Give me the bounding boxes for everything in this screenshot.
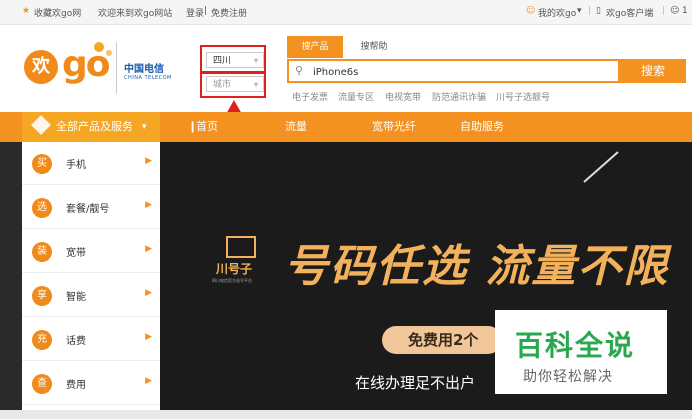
hot-link[interactable]: 川号子选靓号 — [496, 90, 550, 103]
chevron-right-icon: ▶ — [145, 244, 152, 254]
logo-dot — [94, 42, 104, 52]
chevron-down-icon: ▾ — [577, 6, 582, 16]
sidebar-item-label: 手机 — [66, 160, 86, 171]
category-sidebar: 买 手机 ▶ 选 套餐/靓号 ▶ 装 宽带 ▶ 享 智能 ▶ 充 话费 ▶ 查 … — [22, 142, 160, 419]
sidebar-item-broadband[interactable]: 装 宽带 ▶ — [22, 230, 160, 273]
annotation-box — [200, 45, 266, 73]
diamond-icon — [31, 115, 51, 135]
hot-link[interactable]: 电视宽带 — [385, 90, 421, 103]
sidebar-item-recharge[interactable]: 充 话费 ▶ — [22, 318, 160, 361]
brand-mark — [226, 236, 256, 258]
more-link[interactable]: 1 — [682, 6, 688, 16]
chuanhaozi-logo: 川号子 四川电信官方选号平台 — [212, 236, 272, 286]
telecom-name-en: CHINA TELECOM — [124, 75, 172, 81]
top-bar: ★ 收藏欢go网 欢迎来到欢go网站 登录 | 免费注册 ☺ 我的欢go ▾ |… — [0, 0, 692, 25]
sidebar-item-phone[interactable]: 买 手机 ▶ — [22, 142, 160, 185]
shooting-star — [583, 151, 619, 183]
buy-icon: 买 — [32, 154, 52, 174]
all-products-label: 全部产品及服务 — [56, 120, 133, 133]
brand-subtitle: 四川电信官方选号平台 — [212, 278, 252, 283]
phone-icon: ▯ — [596, 6, 601, 16]
favorite-link[interactable]: 收藏欢go网 — [34, 6, 81, 19]
annotation-box — [200, 72, 266, 98]
chevron-right-icon: ▶ — [145, 288, 152, 298]
banner-subline: 在线办理足不出户 — [355, 374, 476, 392]
hot-link[interactable]: 流量专区 — [338, 90, 374, 103]
nav-item-traffic[interactable]: 流量 — [285, 112, 307, 142]
user-icon: ☺ — [526, 6, 536, 16]
hot-link[interactable]: 防范通讯诈骗 — [432, 90, 486, 103]
all-products-menu[interactable]: 全部产品及服务 ▾ — [22, 112, 160, 142]
login-separator: | — [204, 6, 208, 16]
my-huango-link[interactable]: 我的欢go — [538, 6, 576, 19]
sidebar-item-label: 套餐/靓号 — [66, 204, 110, 215]
watermark: 百科全说 助你轻松解决 — [495, 310, 667, 394]
logo-dot — [106, 50, 112, 56]
login-link[interactable]: 登录 — [186, 6, 204, 19]
sidebar-item-label: 话费 — [66, 336, 86, 347]
divider: | — [662, 6, 666, 16]
site-logo[interactable]: 欢 go 中国电信 CHINA TELECOM — [22, 38, 187, 98]
page-edge — [0, 142, 22, 419]
nav-item-broadband[interactable]: 宽带光纤 — [372, 112, 416, 142]
select-icon: 选 — [32, 198, 52, 218]
sidebar-item-label: 宽带 — [66, 248, 86, 259]
tab-search-products[interactable]: 搜产品 — [287, 36, 343, 58]
tab-search-help[interactable]: 搜帮助 — [352, 36, 396, 58]
chevron-down-icon: ▾ — [142, 122, 147, 132]
banner-headline: 号码任选 流量不限 — [284, 241, 670, 292]
star-icon: ★ — [22, 6, 31, 16]
logo-huan: 欢 — [24, 50, 58, 84]
search-icon: ⚲ — [295, 64, 304, 77]
sidebar-item-smart[interactable]: 享 智能 ▶ — [22, 274, 160, 317]
query-icon: 查 — [32, 374, 52, 394]
nav-item-self-service[interactable]: 自助服务 — [460, 112, 504, 142]
chevron-right-icon: ▶ — [145, 200, 152, 210]
hot-link[interactable]: 电子发票 — [292, 90, 328, 103]
install-icon: 装 — [32, 242, 52, 262]
telecom-logo: 中国电信 CHINA TELECOM — [124, 60, 172, 81]
logo-divider — [116, 42, 117, 94]
telecom-name-cn: 中国电信 — [124, 64, 164, 75]
chevron-right-icon: ▶ — [145, 332, 152, 342]
chevron-right-icon: ▶ — [145, 376, 152, 386]
enjoy-icon: 享 — [32, 286, 52, 306]
sidebar-item-plan[interactable]: 选 套餐/靓号 ▶ — [22, 186, 160, 229]
recharge-icon: 充 — [32, 330, 52, 350]
status-bar — [0, 410, 692, 419]
sidebar-item-label: 智能 — [66, 292, 86, 303]
sidebar-item-label: 费用 — [66, 380, 86, 391]
register-link[interactable]: 免费注册 — [211, 6, 247, 19]
watermark-title: 百科全说 — [515, 329, 636, 362]
search-box: ⚲ — [287, 59, 620, 83]
free-use-pill: 免费用2个 — [382, 326, 502, 354]
chevron-right-icon: ▶ — [145, 156, 152, 166]
search-button[interactable]: 搜索 — [620, 59, 686, 83]
nav-item-home[interactable]: 首页 — [196, 112, 218, 142]
welcome-text: 欢迎来到欢go网站 — [98, 9, 173, 19]
client-link[interactable]: 欢go客户端 — [606, 6, 653, 19]
sidebar-item-fees[interactable]: 查 费用 ▶ — [22, 362, 160, 405]
watermark-subtitle: 助你轻松解决 — [523, 369, 613, 385]
search-input[interactable] — [311, 63, 615, 81]
profile-icon: ☺ — [670, 6, 680, 16]
brand-name: 川号子 — [216, 262, 253, 276]
divider: | — [588, 6, 592, 16]
